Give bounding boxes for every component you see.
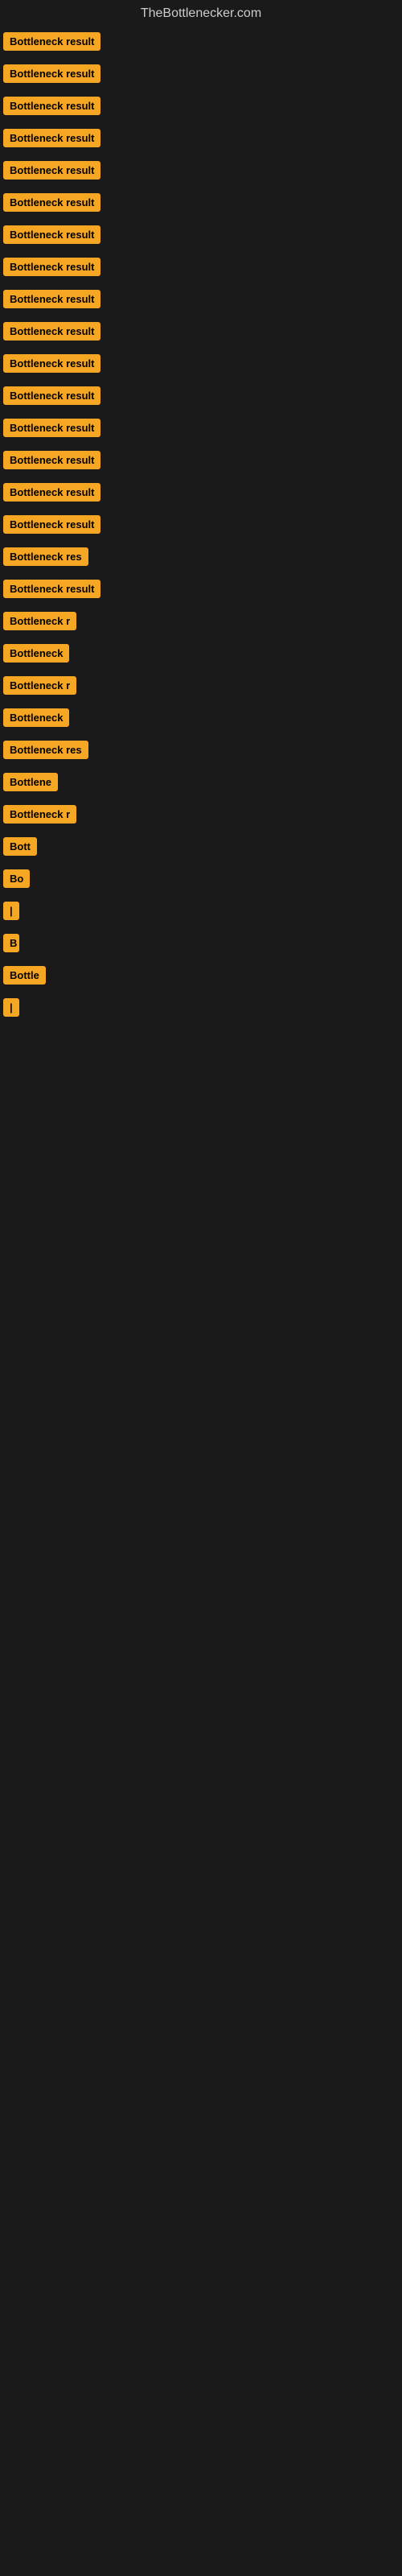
bottleneck-badge[interactable]: Bottleneck result [3, 580, 100, 598]
list-item: Bottleneck result [0, 60, 402, 92]
bottleneck-badge[interactable]: Bottleneck r [3, 676, 76, 695]
bottleneck-badge[interactable]: | [3, 998, 19, 1017]
bottleneck-badge[interactable]: Bottleneck result [3, 193, 100, 212]
list-item: Bottleneck res [0, 736, 402, 768]
list-item: Bottleneck result [0, 221, 402, 253]
list-item: Bottleneck r [0, 800, 402, 832]
bottleneck-badge[interactable]: Bottleneck result [3, 225, 100, 244]
list-item: | [0, 897, 402, 929]
bottleneck-badge[interactable]: Bottleneck result [3, 290, 100, 308]
list-item: Bottleneck [0, 704, 402, 736]
list-item: B [0, 929, 402, 961]
items-list: Bottleneck result Bottleneck result Bottle… [0, 27, 402, 1026]
bottleneck-badge[interactable]: Bottleneck result [3, 354, 100, 373]
list-item: Bottleneck r [0, 607, 402, 639]
bottleneck-badge[interactable]: Bottleneck result [3, 97, 100, 115]
site-title: TheBottlenecker.com [0, 0, 402, 27]
bottleneck-badge[interactable]: Bottleneck result [3, 483, 100, 502]
list-item: Bottleneck result [0, 510, 402, 543]
list-item: Bottleneck [0, 639, 402, 671]
bottleneck-badge[interactable]: Bottleneck result [3, 64, 100, 83]
list-item: Bottleneck result [0, 92, 402, 124]
bottleneck-badge[interactable]: Bottleneck res [3, 547, 88, 566]
bottleneck-badge[interactable]: Bott [3, 837, 37, 856]
bottleneck-badge[interactable]: Bottleneck result [3, 258, 100, 276]
bottleneck-badge[interactable]: Bottleneck r [3, 805, 76, 824]
bottleneck-badge[interactable]: B [3, 934, 19, 952]
bottleneck-badge[interactable]: Bottleneck result [3, 32, 100, 51]
bottleneck-badge[interactable]: Bottleneck result [3, 129, 100, 147]
list-item: Bottleneck result [0, 253, 402, 285]
list-item: Bott [0, 832, 402, 865]
list-item: Bottleneck res [0, 543, 402, 575]
list-item: Bottleneck result [0, 317, 402, 349]
list-item: Bottleneck result [0, 575, 402, 607]
bottleneck-badge[interactable]: Bottleneck result [3, 515, 100, 534]
bottleneck-badge[interactable]: Bottleneck [3, 644, 69, 663]
bottleneck-badge[interactable]: Bottle [3, 966, 46, 985]
bottleneck-badge[interactable]: Bottleneck result [3, 386, 100, 405]
list-item: Bottleneck result [0, 156, 402, 188]
bottleneck-badge[interactable]: Bottleneck result [3, 451, 100, 469]
bottleneck-badge[interactable]: Bottleneck res [3, 741, 88, 759]
list-item: | [0, 993, 402, 1026]
bottleneck-badge[interactable]: Bottleneck r [3, 612, 76, 630]
list-item: Bottleneck r [0, 671, 402, 704]
list-item: Bottleneck result [0, 285, 402, 317]
list-item: Bo [0, 865, 402, 897]
bottleneck-badge[interactable]: Bottleneck result [3, 161, 100, 180]
bottleneck-badge[interactable]: Bottlene [3, 773, 58, 791]
list-item: Bottleneck result [0, 382, 402, 414]
list-item: Bottleneck result [0, 478, 402, 510]
bottleneck-badge[interactable]: Bo [3, 869, 30, 888]
list-item: Bottleneck result [0, 27, 402, 60]
list-item: Bottleneck result [0, 446, 402, 478]
bottleneck-badge[interactable]: | [3, 902, 19, 920]
list-item: Bottleneck result [0, 414, 402, 446]
list-item: Bottleneck result [0, 188, 402, 221]
list-item: Bottle [0, 961, 402, 993]
bottleneck-badge[interactable]: Bottleneck result [3, 419, 100, 437]
list-item: Bottleneck result [0, 124, 402, 156]
bottleneck-badge[interactable]: Bottleneck [3, 708, 69, 727]
list-item: Bottlene [0, 768, 402, 800]
list-item: Bottleneck result [0, 349, 402, 382]
bottleneck-badge[interactable]: Bottleneck result [3, 322, 100, 341]
